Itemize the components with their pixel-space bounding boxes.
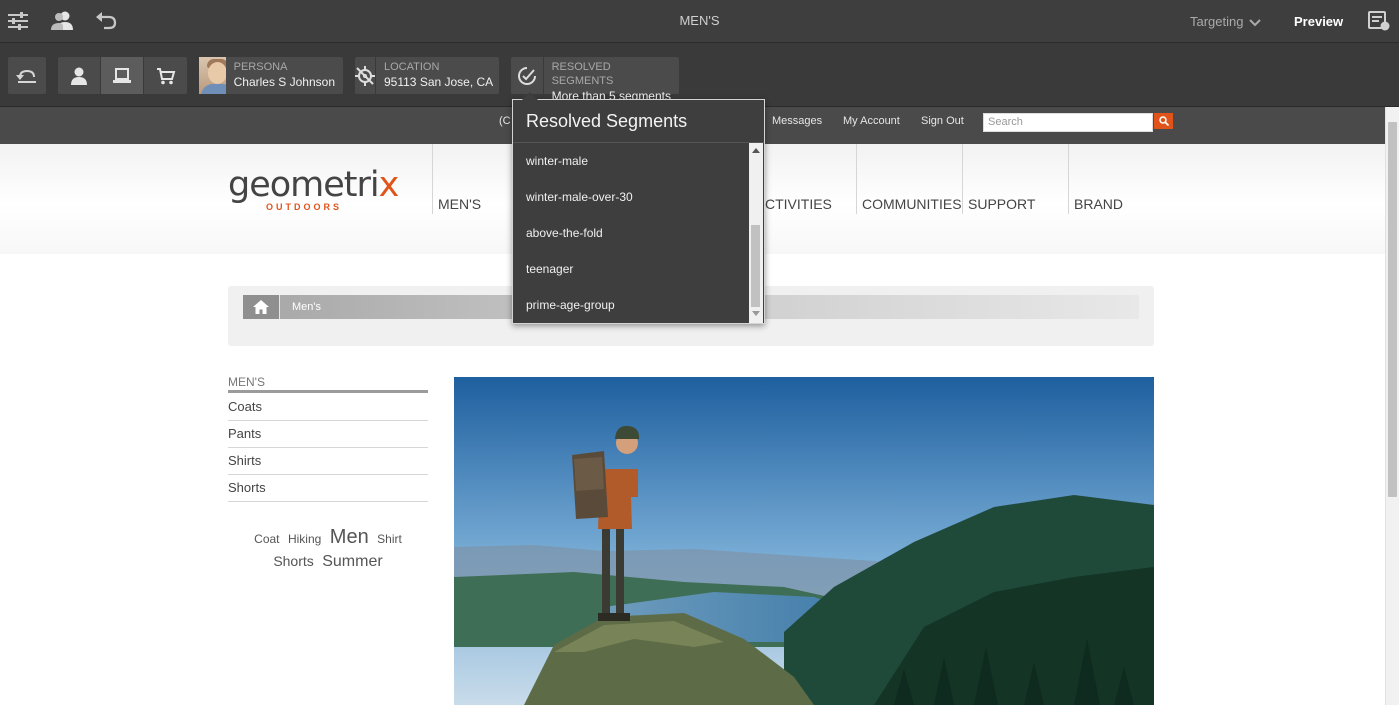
nav-support[interactable]: SUPPORT — [962, 144, 1068, 214]
tag-shirt[interactable]: Shirt — [377, 528, 402, 550]
nav-brand[interactable]: BRAND — [1068, 144, 1174, 214]
sidebar-item-coats[interactable]: Coats — [228, 394, 428, 421]
location-off-icon — [355, 57, 376, 94]
page-scrollbar-thumb[interactable] — [1388, 122, 1397, 497]
breadcrumb-home-button[interactable] — [243, 295, 280, 319]
tag-men[interactable]: Men — [330, 526, 369, 548]
mode-selector-label: Targeting — [1190, 14, 1244, 29]
segment-list: winter-male winter-male-over-30 above-th… — [513, 143, 748, 323]
partial-hidden-link[interactable]: (C — [499, 107, 511, 137]
persona-label: PERSONA — [233, 61, 288, 73]
segments-label: RESOLVED SEGMENTS — [551, 61, 614, 87]
geometrixx-logo[interactable]: geometrix OUTDOORS — [228, 165, 400, 213]
resolved-segments-popover: Resolved Segments winter-male winter-mal… — [512, 92, 765, 324]
sidebar-item-shorts[interactable]: Shorts — [228, 475, 428, 502]
persona-module[interactable]: PERSONA Charles S Johnson — [199, 57, 343, 94]
preview-button[interactable]: Preview — [1294, 0, 1343, 43]
resolved-segments-module[interactable]: RESOLVED SEGMENTS More than 5 segments — [511, 57, 679, 103]
nav-communities[interactable]: COMMUNITIES — [856, 144, 962, 214]
home-icon — [253, 300, 269, 314]
list-item[interactable]: winter-male-over-30 — [513, 179, 748, 215]
device-icon — [113, 67, 131, 83]
location-label: LOCATION — [384, 61, 440, 73]
contexthub-reset-button[interactable] — [8, 57, 46, 94]
hero-image — [454, 377, 1154, 705]
sidebar-item-shirts[interactable]: Shirts — [228, 448, 428, 475]
popover-scrollbar[interactable] — [749, 143, 763, 323]
list-item[interactable]: winter-male — [513, 143, 748, 179]
device-mode-group — [58, 57, 187, 94]
tag-hiking[interactable]: Hiking — [288, 528, 321, 550]
editor-top-bar: MEN'S Targeting Preview — [0, 0, 1399, 43]
user-icon — [71, 67, 87, 85]
my-account-link[interactable]: My Account — [843, 107, 900, 137]
cart-mode-button[interactable] — [144, 57, 187, 94]
logo-word: geometri — [228, 165, 380, 205]
list-item[interactable]: teenager — [513, 251, 748, 287]
site-search-button[interactable] — [1154, 113, 1173, 129]
list-item[interactable]: above-the-fold — [513, 215, 748, 251]
sign-out-link[interactable]: Sign Out — [921, 107, 964, 137]
tag-cloud: Coat Hiking Men Shirt Shorts Summer — [228, 526, 428, 573]
segments-icon — [511, 57, 544, 94]
reset-icon — [16, 69, 36, 83]
users-icon[interactable] — [50, 9, 74, 33]
popover-arrow — [522, 92, 538, 100]
location-module[interactable]: LOCATION 95113 San Jose, CA — [355, 57, 499, 94]
cart-icon — [156, 67, 175, 84]
location-value: 95113 San Jose, CA — [384, 75, 494, 89]
side-panel-toggle-icon[interactable] — [6, 9, 30, 33]
page-info-icon[interactable] — [1367, 9, 1391, 33]
persona-value: Charles S Johnson — [233, 75, 335, 89]
mode-selector[interactable]: Targeting — [1190, 0, 1262, 43]
device-mode-button[interactable] — [101, 57, 144, 94]
search-icon — [1158, 116, 1169, 126]
chevron-down-icon — [1249, 18, 1262, 26]
messages-link[interactable]: Messages — [772, 107, 822, 137]
undo-icon[interactable] — [94, 9, 118, 33]
sidebar-title: MEN'S — [228, 375, 428, 393]
site-search-input[interactable]: Search — [983, 113, 1153, 132]
logo-x: x — [378, 165, 400, 205]
scroll-up-icon[interactable] — [752, 148, 760, 153]
scroll-down-icon[interactable] — [752, 311, 760, 316]
popover-title: Resolved Segments — [526, 111, 688, 131]
avatar — [199, 57, 226, 94]
nav-activities[interactable]: CTIVITIES — [760, 144, 856, 214]
persona-mode-button[interactable] — [58, 57, 101, 94]
popover-scrollbar-thumb[interactable] — [751, 225, 760, 307]
page-scrollbar[interactable] — [1385, 107, 1399, 705]
breadcrumb-current[interactable]: Men's — [292, 295, 321, 319]
sidebar-item-pants[interactable]: Pants — [228, 421, 428, 448]
tag-shorts[interactable]: Shorts — [273, 550, 313, 572]
tag-coat[interactable]: Coat — [254, 528, 279, 550]
tag-summer[interactable]: Summer — [322, 551, 382, 573]
list-item[interactable]: prime-age-group — [513, 287, 748, 323]
